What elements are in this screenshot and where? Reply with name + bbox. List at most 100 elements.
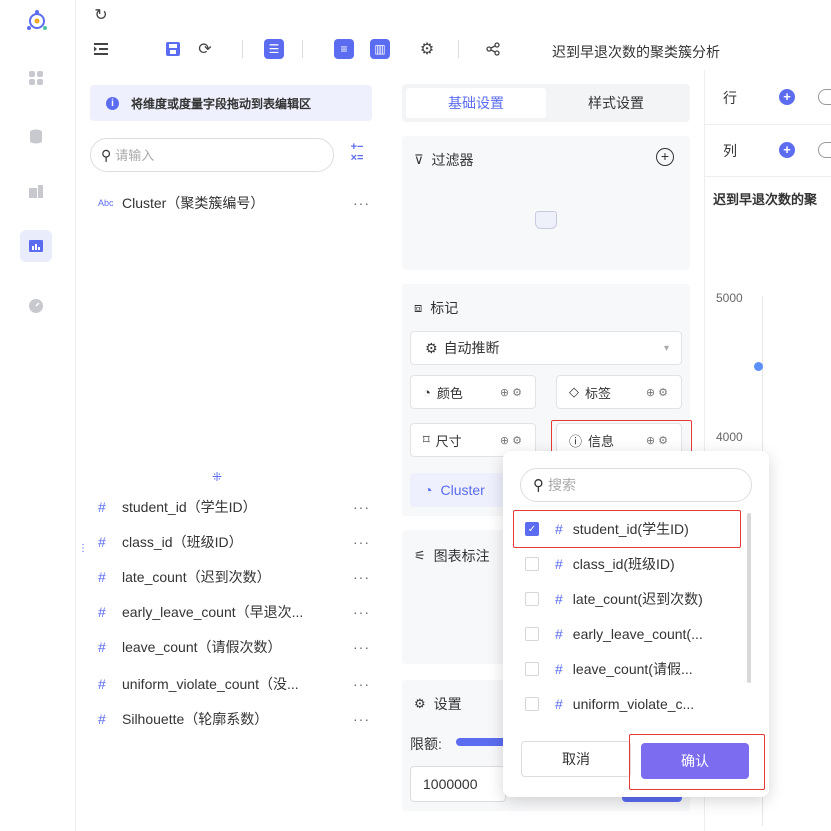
dimension-field-cluster[interactable]: Abc Cluster（聚类簇编号） ···: [98, 192, 378, 214]
column-shelf-more-icon[interactable]: [818, 142, 831, 158]
database-icon[interactable]: [20, 120, 52, 152]
scatter-point[interactable]: [754, 362, 763, 371]
auto-infer-icon: ⚙: [425, 339, 438, 356]
dropdown-option-uniform-violate-count[interactable]: # uniform_violate_c...: [525, 692, 735, 716]
save-icon[interactable]: [162, 38, 184, 60]
number-type-icon: #: [98, 534, 106, 550]
dropdown-option-leave-count[interactable]: # leave_count(请假...: [525, 657, 735, 681]
checkbox[interactable]: [525, 592, 539, 606]
toolbar-divider: [458, 40, 459, 58]
chip-controls-icon[interactable]: ⊕⚙: [500, 386, 525, 399]
monitor-gauge-icon[interactable]: [20, 290, 52, 322]
number-type-icon: #: [555, 696, 563, 712]
checkbox[interactable]: [525, 662, 539, 676]
number-type-icon: #: [98, 639, 106, 655]
dropdown-search-box[interactable]: ⚲: [520, 468, 752, 502]
field-more-icon[interactable]: ···: [353, 534, 370, 550]
field-more-icon[interactable]: ···: [353, 569, 370, 585]
size-icon: ⌑: [423, 432, 430, 447]
measure-field-silhouette[interactable]: # Silhouette（轮廓系数） ···: [98, 708, 378, 730]
info-field-dropdown: ⚲ ✓ # student_id(学生ID) # class_id(班级ID) …: [503, 451, 769, 797]
data-config-icon[interactable]: ≡: [334, 39, 354, 59]
field-search-box[interactable]: ⚲: [90, 138, 334, 172]
mark-color-label: 颜色: [436, 385, 463, 401]
field-name: leave_count（请假次数）: [122, 639, 282, 655]
chip-controls-icon[interactable]: ⊕⚙: [500, 434, 525, 447]
option-label: class_id(班级ID): [572, 556, 675, 572]
shelf-divider: [704, 124, 831, 125]
field-more-icon[interactable]: ···: [353, 499, 370, 515]
measure-field-leave-count[interactable]: # leave_count（请假次数） ···: [98, 636, 378, 658]
dataset-icon[interactable]: [20, 175, 52, 207]
field-more-icon[interactable]: ···: [353, 639, 370, 655]
dropdown-option-class-id[interactable]: # class_id(班级ID): [525, 552, 735, 576]
outline-toggle-icon[interactable]: [90, 38, 112, 60]
number-type-icon: #: [98, 676, 106, 692]
annotation-card-title: ⚟ 图表标注: [414, 546, 490, 566]
panel-collapse-handle[interactable]: ⋮: [78, 543, 88, 554]
tag-icon: ◇: [569, 384, 579, 399]
field-search-input[interactable]: [115, 147, 316, 163]
number-type-icon: #: [555, 661, 563, 677]
mark-label-label: 标签: [585, 385, 612, 401]
palette-icon: ◔: [423, 384, 431, 400]
row-shelf-more-icon[interactable]: [818, 89, 831, 105]
measure-field-late-count[interactable]: # late_count（迟到次数） ···: [98, 566, 378, 588]
mark-color-chip[interactable]: ◔ 颜色 ⊕⚙: [410, 375, 536, 409]
measure-field-early-leave-count[interactable]: # early_leave_count（早退次... ···: [98, 601, 378, 623]
field-more-icon[interactable]: ···: [353, 195, 370, 211]
chart-view-icon[interactable]: ▥: [370, 39, 390, 59]
tab-style-settings[interactable]: 样式设置: [546, 88, 686, 118]
checkbox[interactable]: [525, 557, 539, 571]
shelf-divider: [704, 176, 831, 177]
measure-field-uniform-violate-count[interactable]: # uniform_violate_count（没... ···: [98, 673, 378, 695]
refresh-icon[interactable]: ↻: [90, 4, 112, 26]
sync-icon[interactable]: ⟳: [194, 38, 216, 60]
mark-label-chip[interactable]: ◇ 标签 ⊕⚙: [556, 375, 682, 409]
filter-title-text: 过滤器: [431, 152, 474, 168]
tab-basic-settings[interactable]: 基础设置: [406, 88, 546, 118]
cluster-color-pill[interactable]: ◔ Cluster: [410, 473, 510, 507]
cancel-button[interactable]: 取消: [521, 741, 631, 777]
checkbox[interactable]: [525, 697, 539, 711]
measure-field-class-id[interactable]: # class_id（班级ID） ···: [98, 531, 378, 553]
measure-field-student-id[interactable]: # student_id（学生ID） ···: [98, 496, 378, 518]
field-more-icon[interactable]: ···: [353, 604, 370, 620]
number-type-icon: #: [98, 711, 106, 727]
field-name: class_id（班级ID）: [122, 534, 243, 550]
calculated-field-icon[interactable]: +− ×=: [345, 142, 369, 164]
settings-card-title: ⚙ 设置: [414, 694, 462, 714]
field-more-icon[interactable]: ···: [353, 676, 370, 692]
dropdown-search-input[interactable]: [548, 477, 738, 493]
dashboard-icon[interactable]: [20, 62, 52, 94]
panel-split-handle[interactable]: ⁜: [212, 470, 222, 484]
dropdown-option-late-count[interactable]: # late_count(迟到次数): [525, 587, 735, 611]
search-icon: ⚲: [101, 146, 112, 163]
dropdown-scrollbar[interactable]: [747, 513, 751, 683]
empty-state-icon: [535, 211, 557, 229]
add-filter-icon[interactable]: +: [656, 148, 674, 166]
field-more-icon[interactable]: ···: [353, 711, 370, 727]
option-label: leave_count(请假...: [572, 661, 693, 677]
chart-analysis-icon[interactable]: [20, 230, 52, 262]
info-icon: i: [106, 96, 119, 110]
drag-hint-text: 将维度或度量字段拖动到表编辑区: [131, 96, 312, 111]
field-name: early_leave_count（早退次...: [122, 604, 304, 620]
add-row-icon[interactable]: +: [779, 89, 795, 105]
report-title: 迟到早退次数的聚类簇分析: [552, 44, 720, 60]
dropdown-option-early-leave-count[interactable]: # early_leave_count(...: [525, 622, 735, 646]
add-column-icon[interactable]: +: [779, 142, 795, 158]
app-logo-icon[interactable]: [24, 8, 50, 34]
mark-type-select[interactable]: ⚙ 自动推断 ▾: [410, 331, 682, 365]
column-shelf-label: 列: [723, 143, 737, 159]
left-nav-rail: [0, 0, 76, 831]
toolbar-divider: [242, 40, 243, 58]
mark-type-value: 自动推断: [443, 340, 500, 356]
settings-gear-icon[interactable]: ⚙: [416, 38, 438, 60]
limit-input[interactable]: [410, 766, 506, 802]
table-view-icon[interactable]: ☰: [264, 39, 284, 59]
chip-controls-icon[interactable]: ⊕⚙: [646, 386, 671, 399]
share-icon[interactable]: [482, 38, 504, 60]
limit-label: 限额:: [410, 736, 442, 752]
checkbox[interactable]: [525, 627, 539, 641]
